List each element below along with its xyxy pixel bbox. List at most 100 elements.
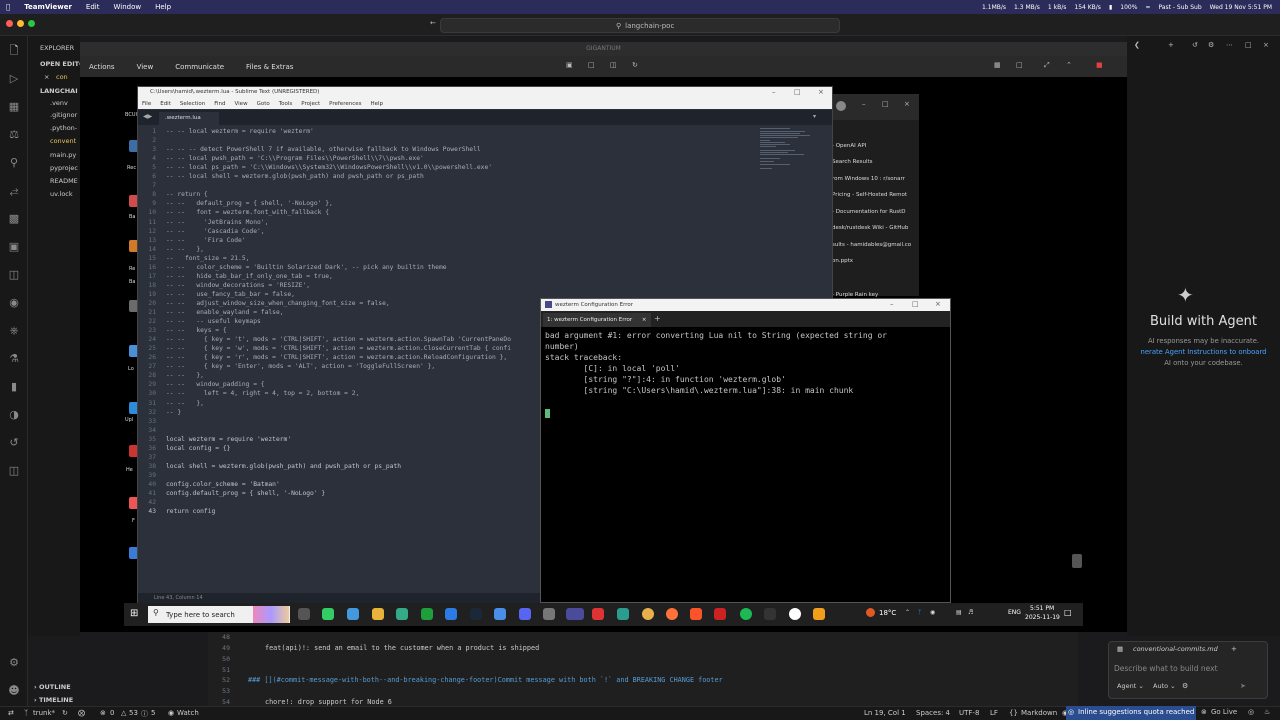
tv-file-icon[interactable]: ◫ (610, 61, 617, 69)
gear-icon[interactable]: ⚙ (7, 656, 21, 670)
info-count[interactable]: 5 (151, 709, 155, 717)
error-count[interactable]: 0 (110, 709, 114, 717)
bell-icon[interactable]: ♨ (1264, 708, 1270, 716)
timeline-header[interactable]: › TIMELINE (34, 696, 73, 704)
taskbar-app-icon[interactable] (789, 608, 801, 620)
windows-start-icon[interactable]: ⊞ (130, 608, 138, 619)
close-window-button[interactable] (6, 20, 13, 27)
tray-icon[interactable]: ◉ (930, 609, 935, 616)
wezterm-output[interactable]: bad argument #1: error converting Lua ni… (545, 330, 945, 396)
tv-doc-icon[interactable]: ▦ (994, 61, 1001, 69)
outline-header[interactable]: › OUTLINE (34, 683, 71, 691)
st-close-icon[interactable]: × (818, 88, 824, 96)
battery-icon[interactable]: ▮ (1109, 4, 1112, 11)
zoom-window-button[interactable] (28, 20, 35, 27)
tv-close-session-icon[interactable]: ■ (1096, 61, 1103, 69)
flask-icon[interactable]: ⚗ (7, 352, 21, 366)
tv-communicate[interactable]: Communicate (175, 63, 224, 71)
edge-icon[interactable] (617, 608, 629, 620)
bookmark-item[interactable]: rom Windows 10 : r/sonarr (832, 172, 912, 186)
go-live[interactable]: Go Live (1211, 708, 1237, 716)
st-menu-tools[interactable]: Tools (279, 101, 293, 107)
st-menu-project[interactable]: Project (301, 101, 320, 107)
now-playing[interactable]: Past - Sub Sub (1158, 4, 1201, 11)
quota-text[interactable]: Inline suggestions quota reached (1078, 708, 1194, 716)
close-icon[interactable]: × (904, 100, 910, 108)
wezterm-taskbar-icon[interactable] (566, 608, 584, 620)
bookmark-item[interactable]: desk/rustdesk Wiki - GitHub (832, 221, 912, 235)
apple-icon[interactable]:  (6, 3, 10, 11)
account-icon[interactable]: ☻ (7, 684, 21, 698)
history-icon[interactable]: ↺ (1192, 41, 1198, 49)
open-editors-header[interactable]: OPEN EDITO (40, 60, 85, 68)
menu-window[interactable]: Window (113, 3, 141, 11)
menu-teamviewer[interactable]: TeamViewer (24, 3, 72, 11)
problems-icon[interactable]: ⨂ (78, 709, 85, 717)
cursor-position[interactable]: Ln 19, Col 1 (864, 709, 906, 717)
python-icon[interactable]: ◉ (7, 296, 21, 310)
file-item[interactable]: pyprojec (50, 164, 78, 172)
agent-instructions-link[interactable]: nerate Agent Instructions to onboard (1127, 347, 1280, 358)
puzzle-icon[interactable]: ◫ (7, 268, 21, 282)
box-icon[interactable]: ◫ (7, 464, 21, 478)
chat-context-file[interactable]: conventional-commits.md (1133, 645, 1218, 653)
language-mode[interactable]: Markdown (1021, 709, 1057, 717)
chat-input[interactable]: Describe what to build next (1114, 664, 1218, 673)
sublime-code[interactable]: 1 -- -- local wezterm = require 'wezterm'… (138, 125, 540, 593)
st-menu-selection[interactable]: Selection (180, 101, 205, 107)
chrome-taskbar-icon[interactable] (642, 608, 654, 620)
tv-chat-icon[interactable]: □ (588, 61, 595, 69)
docker-icon[interactable]: ▣ (7, 240, 21, 254)
tab-close-icon[interactable]: × (642, 317, 647, 323)
add-context-icon[interactable]: + (1231, 645, 1237, 653)
profile-avatar[interactable] (836, 101, 846, 111)
tv-view[interactable]: View (137, 63, 154, 71)
spotify-icon[interactable] (740, 608, 752, 620)
tv-screen-icon[interactable]: ▣ (566, 61, 573, 69)
remote-icon[interactable]: ▦ (7, 100, 21, 114)
firefox-icon[interactable] (666, 608, 678, 620)
st-menu-view[interactable]: View (235, 101, 248, 107)
volume-icon[interactable]: ♬ (968, 609, 973, 616)
bookmark-item[interactable]: - OpenAI API (832, 139, 912, 153)
remote-icon[interactable]: ⇄ (8, 709, 14, 717)
st-menu-preferences[interactable]: Preferences (329, 101, 361, 107)
steam-icon[interactable] (470, 608, 482, 620)
tab-dropdown-icon[interactable]: ▾ (813, 113, 816, 120)
xbox-icon[interactable] (421, 608, 433, 620)
wz-maximize-icon[interactable]: □ (912, 300, 919, 308)
taskbar-app-icon[interactable] (494, 608, 506, 620)
minimize-icon[interactable]: – (862, 100, 866, 108)
sublime-taskbar-icon[interactable] (813, 608, 825, 620)
bluetooth-icon[interactable]: ᛉ (918, 609, 922, 616)
file-item[interactable]: main.py (50, 151, 76, 159)
store-icon[interactable] (396, 608, 408, 620)
tools-icon[interactable]: ⚙ (1182, 682, 1188, 690)
plus-icon[interactable]: + (1168, 41, 1174, 49)
extensions-icon[interactable]: ▩ (7, 212, 21, 226)
taskbar-time[interactable]: 5:51 PM (1030, 605, 1054, 612)
indentation[interactable]: Spaces: 4 (916, 709, 950, 717)
tv-side-handle[interactable] (1072, 554, 1082, 568)
tv-refresh-icon[interactable]: ↻ (632, 61, 638, 69)
weather-icon[interactable] (866, 608, 875, 617)
model-dropdown[interactable]: Auto ⌄ (1153, 682, 1176, 690)
file-item[interactable]: .venv (50, 99, 68, 107)
files-icon[interactable]: 🗋 (7, 44, 21, 58)
bookmark-item[interactable]: Search Results (832, 155, 912, 169)
st-menu-find[interactable]: Find (214, 101, 225, 107)
brave-icon[interactable] (690, 608, 702, 620)
maximize-icon[interactable]: □ (882, 100, 889, 108)
tv-actions[interactable]: Actions (89, 63, 115, 71)
menu-edit[interactable]: Edit (86, 3, 100, 11)
clock[interactable]: Wed 19 Nov 5:51 PM (1210, 4, 1272, 11)
search-icon[interactable]: ⚲ (7, 156, 21, 170)
tab-nav-icon[interactable]: ◀▶ (143, 113, 152, 120)
file-item[interactable]: .python- (50, 124, 77, 132)
wz-minimize-icon[interactable]: – (890, 300, 894, 308)
network-icon[interactable]: ▤ (956, 609, 962, 616)
bookmark-item[interactable]: on.pptx (832, 254, 912, 268)
st-menu-goto[interactable]: Goto (257, 101, 270, 107)
file-explorer-icon[interactable] (372, 608, 384, 620)
source-control-icon[interactable]: ⥄ (7, 184, 21, 198)
